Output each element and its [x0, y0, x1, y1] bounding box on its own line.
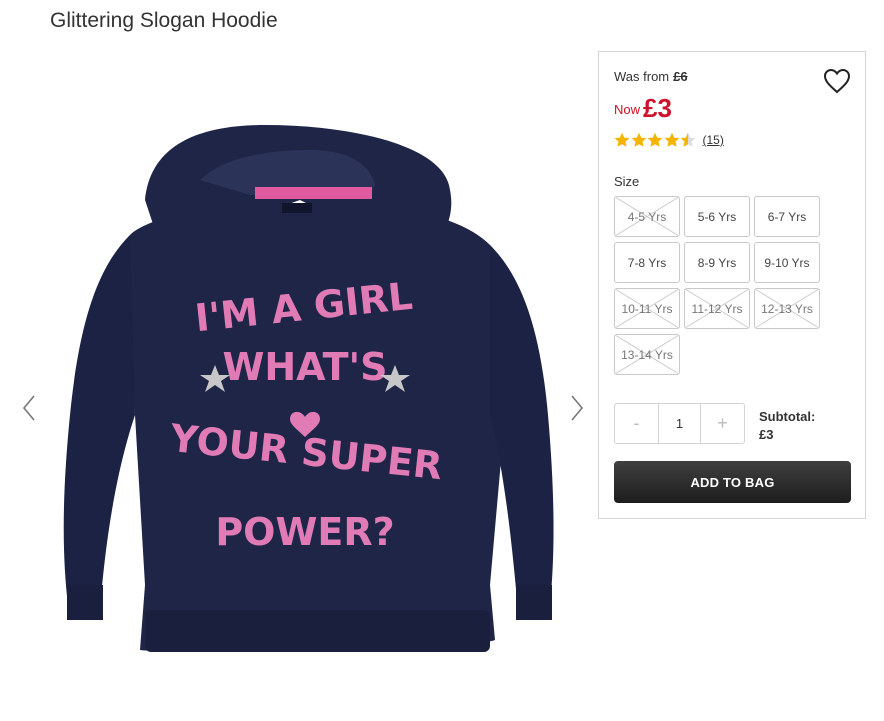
size-option[interactable]: 9-10 Yrs	[754, 242, 820, 283]
size-option[interactable]: 10-11 Yrs	[614, 288, 680, 329]
review-count-link[interactable]: (15)	[703, 133, 724, 147]
size-option-label: 7-8 Yrs	[627, 255, 667, 270]
was-price-value: £6	[673, 69, 688, 84]
quantity-stepper: - +	[614, 403, 745, 444]
rating: (15)	[614, 132, 724, 148]
size-option-label: 11-12 Yrs	[691, 301, 743, 316]
heart-outline-icon	[823, 68, 851, 94]
gallery-next-button[interactable]	[566, 392, 588, 424]
size-option-label: 6-7 Yrs	[767, 209, 807, 224]
quantity-increase-button[interactable]: +	[701, 404, 744, 443]
size-option[interactable]: 7-8 Yrs	[614, 242, 680, 283]
star-icon	[647, 132, 663, 147]
star-icon	[631, 132, 646, 147]
now-price-value: £3	[643, 93, 672, 123]
quantity-input[interactable]	[658, 404, 701, 443]
rating-stars	[614, 132, 697, 148]
size-option-label: 10-11 Yrs	[621, 301, 673, 316]
size-option[interactable]: 11-12 Yrs	[684, 288, 750, 329]
slogan-line-2: WHAT'S	[222, 345, 387, 389]
wishlist-button[interactable]	[823, 68, 851, 94]
star-icon	[664, 132, 679, 147]
quantity-decrease-button[interactable]: -	[615, 404, 658, 443]
was-price-label: Was from	[614, 69, 670, 84]
size-option-label: 4-5 Yrs	[627, 209, 667, 224]
add-to-bag-button[interactable]: ADD TO BAG	[614, 461, 851, 503]
size-option[interactable]: 5-6 Yrs	[684, 196, 750, 237]
subtotal: Subtotal: £3	[759, 408, 815, 444]
product-image: I'M A GIRL WHAT'S YOUR SUPER POWER?	[63, 125, 554, 652]
chevron-right-icon	[571, 395, 584, 421]
size-option-label: 9-10 Yrs	[764, 255, 810, 270]
product-title: Glittering Slogan Hoodie	[50, 9, 278, 32]
star-icon	[614, 132, 630, 147]
size-option-label: 12-13 Yrs	[761, 301, 813, 316]
size-option[interactable]: 8-9 Yrs	[684, 242, 750, 283]
size-option[interactable]: 4-5 Yrs	[614, 196, 680, 237]
buy-box: Was from £6 Now £3 (15) Size 4-5 Yrs 5-6 Yr…	[598, 51, 866, 519]
slogan-line-4: POWER?	[215, 510, 394, 554]
was-price: Was from £6	[614, 69, 688, 84]
size-option-label: 8-9 Yrs	[697, 255, 737, 270]
size-option[interactable]: 12-13 Yrs	[754, 288, 820, 329]
now-price: Now £3	[614, 90, 672, 123]
star-icon	[680, 132, 696, 147]
size-option[interactable]: 6-7 Yrs	[754, 196, 820, 237]
size-option-label: 5-6 Yrs	[697, 209, 737, 224]
size-label: Size	[614, 174, 640, 189]
size-option-label: 13-14 Yrs	[621, 347, 673, 362]
now-price-label: Now	[614, 102, 641, 117]
size-option[interactable]: 13-14 Yrs	[614, 334, 680, 375]
subtotal-value: £3	[759, 427, 774, 442]
gallery-prev-button[interactable]	[18, 392, 40, 424]
chevron-left-icon	[22, 395, 35, 421]
subtotal-label: Subtotal:	[759, 409, 816, 424]
